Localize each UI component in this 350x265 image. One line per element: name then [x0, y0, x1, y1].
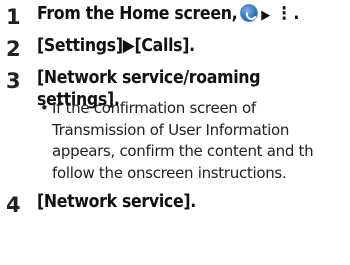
- step-instruction-line-1: [Network service/roaming: [37, 68, 261, 88]
- step-instruction: [Settings]▶[Calls].: [37, 36, 195, 56]
- note-line-1: • If the confirmation screen of: [40, 98, 350, 120]
- phone-icon: [240, 4, 259, 22]
- note-line-2: Transmission of User Information: [52, 120, 290, 139]
- step-3-note: • If the confirmation screen of Transmiss…: [40, 98, 350, 184]
- bullet-icon: •: [40, 99, 49, 117]
- step-text-after: .: [293, 4, 300, 24]
- step-number: 1: [6, 5, 21, 29]
- step-instruction: From the Home screen, ▶ ⋮ .: [37, 2, 299, 28]
- step-text-before: From the Home screen,: [37, 4, 238, 24]
- step-number: 2: [6, 37, 21, 61]
- menu-icon: ⋮: [276, 4, 292, 24]
- note-text: If the confirmation screen of: [52, 99, 256, 117]
- step-instruction: [Network service].: [37, 192, 196, 212]
- note-line-4: follow the onscreen instructions.: [52, 163, 287, 182]
- arrow-right-icon: ▶: [261, 8, 270, 23]
- step-number: 4: [6, 193, 21, 217]
- note-line-3: appears, confirm the content and th: [52, 142, 314, 160]
- step-number: 3: [6, 69, 21, 93]
